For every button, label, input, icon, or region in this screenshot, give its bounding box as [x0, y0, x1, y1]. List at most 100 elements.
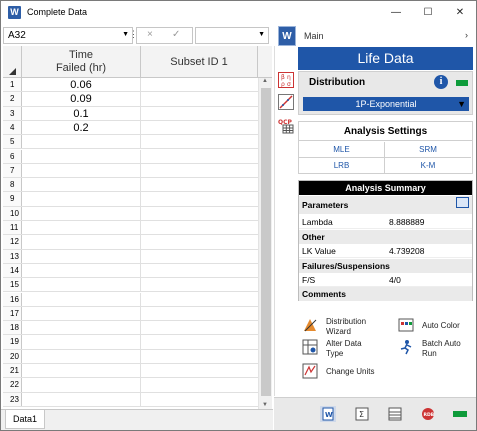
parameters-window-icon[interactable] [456, 197, 469, 208]
subset-id-cell[interactable] [141, 364, 258, 377]
time-failed-cell[interactable] [22, 135, 141, 149]
row-number[interactable]: 20 [3, 349, 22, 363]
time-failed-cell[interactable]: 0.06 [22, 78, 141, 92]
distribution-wizard-button[interactable]: Distribution Wizard [302, 317, 392, 337]
time-failed-cell[interactable] [22, 278, 141, 292]
chevron-down-icon[interactable]: ▼ [122, 31, 129, 38]
time-failed-cell[interactable] [22, 349, 141, 363]
row-number[interactable]: 16 [3, 292, 22, 306]
vertical-scrollbar[interactable]: ▲ ▼ [258, 78, 272, 409]
time-failed-cell[interactable] [22, 206, 141, 220]
subset-id-cell[interactable] [141, 350, 258, 363]
time-failed-cell[interactable] [22, 249, 141, 263]
subset-id-cell[interactable] [141, 107, 258, 120]
subset-id-cell[interactable] [141, 164, 258, 177]
time-failed-cell[interactable] [22, 378, 141, 392]
subset-id-cell[interactable] [141, 235, 258, 248]
rdb-icon[interactable]: RDB [420, 406, 436, 422]
time-failed-cell[interactable] [22, 321, 141, 335]
column-header-time-failed[interactable]: Time Failed (hr) [22, 46, 141, 78]
row-number[interactable]: 7 [3, 163, 22, 178]
subset-id-cell[interactable] [141, 150, 258, 163]
row-number[interactable]: 21 [3, 364, 22, 378]
row-number[interactable]: 13 [3, 249, 22, 263]
subset-id-cell[interactable] [141, 221, 258, 234]
row-number[interactable]: 22 [3, 378, 22, 392]
subset-id-cell[interactable] [141, 293, 258, 306]
auto-color-button[interactable]: Auto Color [398, 317, 472, 337]
row-number[interactable]: 4 [3, 120, 22, 135]
time-failed-cell[interactable] [22, 163, 141, 178]
sheet-tab-data1[interactable]: Data1 [5, 410, 45, 429]
subset-id-cell[interactable] [141, 393, 258, 406]
time-failed-cell[interactable] [22, 149, 141, 163]
subset-id-cell[interactable] [141, 207, 258, 220]
select-all-corner[interactable] [3, 46, 22, 78]
scrollbar-thumb[interactable] [261, 88, 271, 396]
subset-id-cell[interactable] [141, 378, 258, 391]
time-failed-cell[interactable] [22, 221, 141, 235]
panel-main-bar[interactable]: W Main › [274, 26, 476, 46]
time-failed-cell[interactable] [22, 263, 141, 278]
worksheet-icon[interactable] [387, 406, 403, 422]
row-number[interactable]: 8 [3, 178, 22, 192]
batch-auto-run-button[interactable]: Batch Auto Run [398, 339, 472, 359]
subset-id-cell[interactable] [141, 307, 258, 320]
chevron-down-icon[interactable]: ▼ [258, 31, 265, 38]
cell-reference-box[interactable]: A32 ▼ [3, 27, 133, 44]
qcp-calculator-icon[interactable]: QCP [278, 118, 294, 134]
time-failed-cell[interactable]: 0.1 [22, 106, 141, 120]
subset-id-cell[interactable] [141, 178, 258, 191]
row-number[interactable]: 6 [3, 149, 22, 163]
column-header-subset-id[interactable]: Subset ID 1 [141, 46, 258, 78]
subset-id-cell[interactable] [141, 278, 258, 291]
weibull-main-icon[interactable]: W [278, 26, 296, 46]
time-failed-cell[interactable] [22, 178, 141, 192]
time-failed-cell[interactable] [22, 392, 141, 406]
time-failed-cell[interactable] [22, 364, 141, 378]
chevron-right-icon[interactable]: › [465, 30, 468, 40]
cancel-entry-button[interactable]: × [147, 29, 153, 40]
confirm-entry-button[interactable]: ✓ [172, 29, 180, 40]
time-failed-cell[interactable] [22, 235, 141, 249]
minimize-button[interactable]: — [381, 1, 411, 25]
subset-id-cell[interactable] [141, 78, 258, 91]
beta-eta-icon[interactable]: β η ρ σ [278, 72, 294, 88]
maximize-button[interactable]: ☐ [413, 1, 443, 25]
subset-id-cell[interactable] [141, 250, 258, 263]
row-number[interactable]: 5 [3, 135, 22, 149]
distribution-select[interactable]: 1P-Exponential ▼ [303, 97, 469, 111]
km-button[interactable]: K-M [385, 158, 471, 174]
subset-id-cell[interactable] [141, 135, 258, 148]
row-number[interactable]: 1 [3, 78, 22, 92]
row-number[interactable]: 14 [3, 263, 22, 278]
mle-button[interactable]: MLE [299, 142, 385, 158]
time-failed-cell[interactable]: 0.09 [22, 92, 141, 106]
scroll-down-icon[interactable]: ▼ [262, 402, 268, 408]
row-number[interactable]: 2 [3, 92, 22, 106]
row-number[interactable]: 19 [3, 335, 22, 349]
time-failed-cell[interactable] [22, 292, 141, 306]
time-failed-cell[interactable] [22, 192, 141, 206]
time-failed-cell[interactable]: 0.2 [22, 120, 141, 135]
scroll-up-icon[interactable]: ▲ [262, 78, 268, 84]
chevron-down-icon[interactable]: ▼ [457, 97, 466, 111]
plot-line-icon[interactable] [278, 94, 294, 110]
row-number[interactable]: 15 [3, 278, 22, 292]
time-failed-cell[interactable] [22, 335, 141, 349]
subset-id-cell[interactable] [141, 335, 258, 348]
subset-id-cell[interactable] [141, 121, 258, 134]
sum-report-icon[interactable]: Σ [354, 406, 370, 422]
row-number[interactable]: 18 [3, 321, 22, 335]
status-green-icon[interactable] [452, 406, 468, 422]
subset-id-cell[interactable] [141, 92, 258, 105]
row-number[interactable]: 23 [3, 392, 22, 406]
lrb-button[interactable]: LRB [299, 158, 385, 174]
alter-data-type-button[interactable]: Alter Data Type [302, 339, 392, 359]
row-number[interactable]: 3 [3, 106, 22, 120]
row-number[interactable]: 12 [3, 235, 22, 249]
row-number[interactable]: 11 [3, 221, 22, 235]
subset-id-cell[interactable] [141, 264, 258, 277]
close-button[interactable]: ✕ [445, 1, 475, 25]
change-units-button[interactable]: Change Units [302, 363, 392, 383]
